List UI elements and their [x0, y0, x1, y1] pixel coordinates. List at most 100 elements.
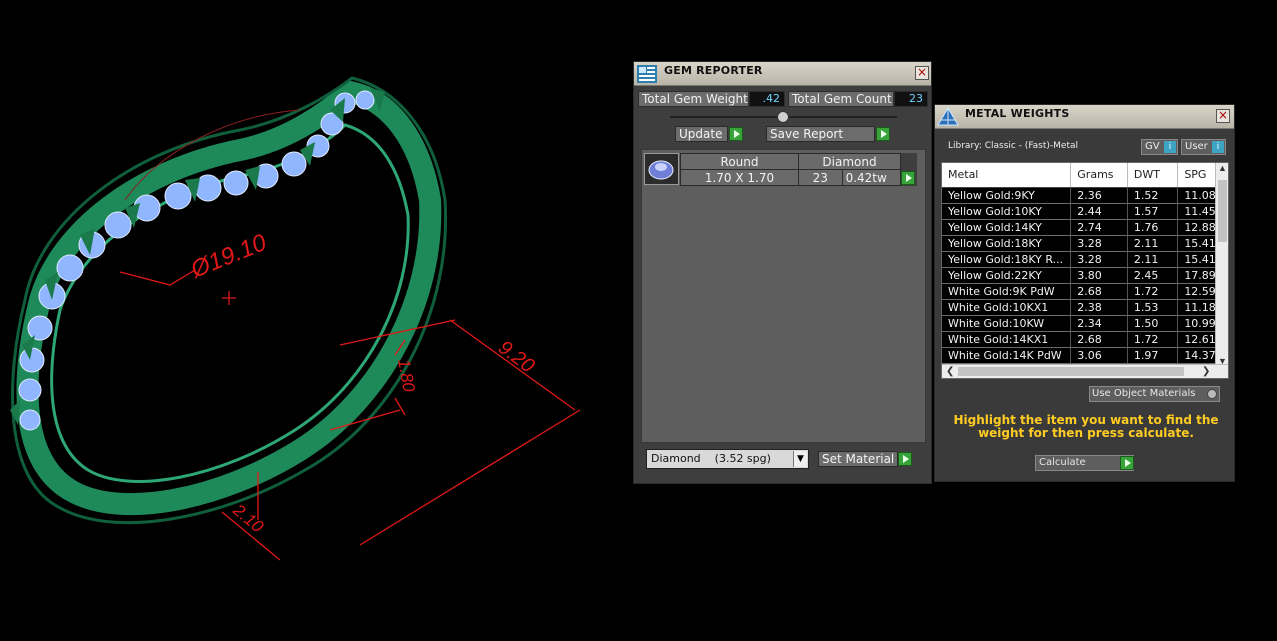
gem-reporter-app-icon — [636, 64, 658, 84]
gem-thumbnail[interactable] — [644, 153, 679, 185]
user-label: User — [1185, 141, 1208, 152]
save-report-button[interactable]: Save Report — [766, 126, 875, 142]
gem-material-cell: Diamond — [798, 153, 901, 170]
metal-name-cell: Yellow Gold:14KY — [942, 219, 1072, 236]
chevron-down-icon[interactable]: ▼ — [793, 451, 807, 467]
total-gem-count-label: Total Gem Count — [788, 91, 894, 107]
radio-icon[interactable] — [1207, 389, 1217, 399]
gem-reporter-title: GEM REPORTER — [664, 64, 763, 77]
calculate-hint: Highlight the item you want to find the … — [953, 413, 1219, 440]
info-icon: i — [1212, 141, 1224, 153]
height-dimension: 2.10 — [229, 500, 268, 537]
grams-cell: 2.74 — [1070, 219, 1128, 236]
metal-weights-app-icon — [937, 107, 959, 127]
table-row[interactable]: Yellow Gold:9KY 2.36 1.52 11.08 — [942, 187, 1228, 204]
metal-name-cell: White Gold:10KW — [942, 315, 1072, 332]
metal-weights-close-button[interactable]: × — [1216, 109, 1230, 123]
gem-shape-cell: Round — [680, 153, 799, 170]
gem-row-go-icon[interactable] — [901, 171, 915, 185]
gem-reporter-close-button[interactable]: × — [915, 66, 929, 80]
calculate-go-icon[interactable] — [1120, 456, 1134, 470]
scroll-up-icon[interactable]: ▲ — [1216, 163, 1228, 173]
table-row[interactable]: White Gold:10KW 2.34 1.50 10.99 — [942, 315, 1228, 332]
table-row[interactable]: White Gold:14K PdW 3.06 1.97 14.37 — [942, 347, 1228, 364]
dwt-cell: 1.52 — [1127, 187, 1179, 204]
table-row[interactable]: White Gold:10KX1 2.38 1.53 11.18 — [942, 299, 1228, 316]
dwt-cell: 2.45 — [1127, 267, 1179, 284]
width-dimension: 9.20 — [494, 336, 538, 377]
grams-cell: 3.28 — [1070, 251, 1128, 268]
gem-size-cell: 1.70 X 1.70 — [680, 169, 799, 186]
grams-cell: 3.28 — [1070, 235, 1128, 252]
metal-name-cell: White Gold:14K PdW — [942, 347, 1072, 364]
gem-detail-grid[interactable]: Round Diamond 1.70 X 1.70 23 0.42tw — [680, 153, 917, 186]
dwt-cell: 1.97 — [1127, 347, 1179, 364]
material-select[interactable]: Diamond (3.52 spg) ▼ — [646, 449, 809, 469]
thickness-dimension: 1.80 — [394, 357, 419, 393]
metal-name-cell: Yellow Gold:18KY — [942, 235, 1072, 252]
scroll-right-icon[interactable]: ❯ — [1202, 365, 1210, 378]
metal-name-cell: White Gold:9K PdW — [942, 283, 1072, 300]
dwt-cell: 1.53 — [1127, 299, 1179, 316]
horizontal-scroll-thumb[interactable] — [958, 367, 1184, 376]
dwt-cell: 2.11 — [1127, 235, 1179, 252]
set-material-go-icon[interactable] — [898, 452, 912, 466]
grams-cell: 3.80 — [1070, 267, 1128, 284]
table-row[interactable]: Yellow Gold:18KY R... 3.28 2.11 15.41 — [942, 251, 1228, 268]
save-report-go-icon[interactable] — [876, 127, 890, 141]
diameter-dimension: Ø19.10 — [186, 229, 271, 284]
metal-weights-titlebar[interactable]: METAL WEIGHTS × — [935, 105, 1234, 129]
total-gem-weight-label: Total Gem Weight — [638, 91, 749, 107]
report-slider-knob[interactable] — [777, 111, 789, 123]
gv-toggle[interactable]: GV i — [1141, 139, 1178, 155]
user-toggle[interactable]: User i — [1181, 139, 1226, 155]
total-gem-weight-value: .42 — [749, 91, 785, 107]
vertical-scroll-thumb[interactable] — [1218, 180, 1227, 242]
grams-cell: 2.36 — [1070, 187, 1128, 204]
table-row[interactable]: White Gold:9K PdW 2.68 1.72 12.59 — [942, 283, 1228, 300]
update-button[interactable]: Update — [675, 126, 728, 142]
library-label: Library: Classic - (Fast)-Metal — [948, 141, 1079, 151]
ring-3d-model[interactable]: Ø19.10 9.20 1.80 2.10 — [0, 0, 630, 641]
metal-column-header[interactable]: Metal — [942, 163, 1072, 188]
total-gem-count-value: 23 — [894, 91, 928, 107]
metal-weights-panel: METAL WEIGHTS × Library: Classic - (Fast… — [934, 104, 1235, 482]
gem-count-cell: 23 — [798, 169, 843, 186]
set-material-button[interactable]: Set Material — [818, 451, 898, 467]
info-icon: i — [1164, 141, 1176, 153]
grams-cell: 2.34 — [1070, 315, 1128, 332]
round-gem-icon — [648, 160, 674, 180]
vertical-scrollbar[interactable]: ▲ ▼ — [1215, 163, 1228, 366]
metal-weights-title: METAL WEIGHTS — [965, 107, 1070, 120]
table-row[interactable]: Yellow Gold:14KY 2.74 1.76 12.88 — [942, 219, 1228, 236]
calculate-label: Calculate — [1039, 457, 1086, 468]
dwt-cell: 1.57 — [1127, 203, 1179, 220]
metal-table[interactable]: Metal Grams DWT SPG Yellow Gold:9KY 2.36 1… — [941, 162, 1229, 379]
metal-name-cell: Yellow Gold:22KY — [942, 267, 1072, 284]
metal-name-cell: White Gold:10KX1 — [942, 299, 1072, 316]
horizontal-scrollbar[interactable]: ❮ ❯ — [942, 364, 1228, 378]
gv-label: GV — [1145, 141, 1160, 152]
material-select-value: Diamond (3.52 spg) — [651, 452, 771, 465]
grams-column-header[interactable]: Grams — [1070, 163, 1128, 188]
scroll-left-icon[interactable]: ❮ — [946, 365, 954, 378]
use-object-materials-toggle[interactable]: Use Object Materials — [1089, 386, 1220, 402]
table-row[interactable]: Yellow Gold:10KY 2.44 1.57 11.45 — [942, 203, 1228, 220]
grams-cell: 2.38 — [1070, 299, 1128, 316]
gem-reporter-titlebar[interactable]: GEM REPORTER × — [634, 62, 931, 86]
metal-name-cell: Yellow Gold:10KY — [942, 203, 1072, 220]
calculate-button[interactable]: Calculate — [1035, 455, 1134, 471]
dwt-column-header[interactable]: DWT — [1127, 163, 1179, 188]
grams-cell: 2.68 — [1070, 283, 1128, 300]
table-row[interactable]: White Gold:14KX1 2.68 1.72 12.61 — [942, 331, 1228, 348]
gem-list-area — [641, 149, 926, 443]
grams-cell: 2.44 — [1070, 203, 1128, 220]
metal-name-cell: Yellow Gold:9KY — [942, 187, 1072, 204]
dwt-cell: 2.11 — [1127, 251, 1179, 268]
dwt-cell: 1.50 — [1127, 315, 1179, 332]
use-object-materials-label: Use Object Materials — [1092, 388, 1196, 399]
update-go-icon[interactable] — [729, 127, 743, 141]
metal-name-cell: Yellow Gold:18KY R... — [942, 251, 1072, 268]
table-row[interactable]: Yellow Gold:18KY 3.28 2.11 15.41 — [942, 235, 1228, 252]
table-row[interactable]: Yellow Gold:22KY 3.80 2.45 17.89 — [942, 267, 1228, 284]
